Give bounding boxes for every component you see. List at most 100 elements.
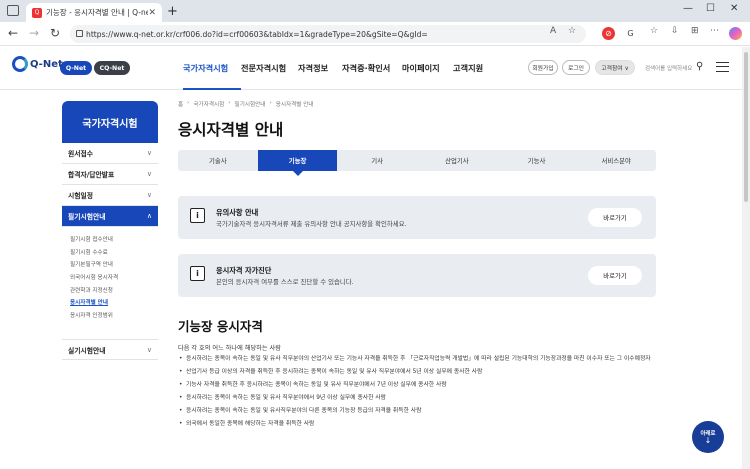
gnb-qualification-info[interactable]: 자격정보 xyxy=(298,62,328,74)
sidebar-item-label: 필기시험안내 xyxy=(68,213,106,221)
grade-tabs: 기술사 기능장 기사 산업기사 기능사 서비스분야 xyxy=(178,150,656,176)
more-options-icon[interactable]: ⋯ xyxy=(710,26,719,36)
sidebar-subitem[interactable]: 필기시험 수수료 xyxy=(70,246,158,259)
sidebar-item-label: 원서접수 xyxy=(68,150,94,158)
breadcrumb-home[interactable]: 홈 xyxy=(178,100,183,108)
sidebar-subitem[interactable]: 응시자격 인정범위 xyxy=(70,309,158,322)
browser-tab-bar: Q 기능장 - 응시자격별 안내 | Q-net ✕ + — ☐ ✕ xyxy=(0,0,750,22)
requirements-list: 응시하려는 종목이 속하는 동일 및 유사 직무분야의 산업기사 또는 기능사 … xyxy=(178,355,678,433)
requirement-item: 응시하려는 종목이 속하는 동일 및 유사직무분야의 다른 종목의 기능장 등급… xyxy=(178,407,678,416)
chevron-down-icon: ∨ xyxy=(146,149,152,157)
sidebar-item-label: 시험일정 xyxy=(68,192,94,200)
extension-icon[interactable]: ⊘ xyxy=(602,27,615,40)
sidebar-item-results[interactable]: 합격자/답안발표 ∨ xyxy=(62,164,158,185)
breadcrumb-separator: › xyxy=(187,100,190,106)
gnb-mypage[interactable]: 마이페이지 xyxy=(402,62,440,74)
login-button[interactable]: 로그인 xyxy=(562,60,590,75)
sidebar-subitem[interactable]: 관련학과 지정신청 xyxy=(70,283,158,296)
self-diagnosis-card-desc: 본인의 응시자격 여부를 스스로 진단할 수 있습니다. xyxy=(216,278,354,286)
sidebar-item-label: 합격자/답안발표 xyxy=(68,171,115,179)
new-tab-button[interactable]: + xyxy=(167,4,178,19)
sidebar-item-written-exam[interactable]: 필기시험안내 ∧ xyxy=(62,206,158,227)
download-icon[interactable]: ⇩ xyxy=(671,26,679,36)
sidebar-subitem[interactable]: 필기본필구역 안내 xyxy=(70,258,158,271)
lock-icon xyxy=(76,30,83,37)
self-diagnosis-card: i 응시자격 자가진단 본인의 응시자격 여부를 스스로 진단할 수 있습니다.… xyxy=(178,254,656,297)
qnet-logo-text: Q-Net xyxy=(30,58,63,70)
gnb-customer-support[interactable]: 고객지원 xyxy=(453,62,483,74)
arrow-down-icon: ↓ xyxy=(704,436,712,445)
collections-icon[interactable]: ⊞ xyxy=(691,26,699,36)
sidebar-subitem[interactable]: 필기시험 접수안내 xyxy=(70,233,158,246)
back-icon[interactable]: ← xyxy=(8,26,18,40)
info-icon: i xyxy=(190,266,205,281)
read-aloud-icon[interactable]: A xyxy=(550,26,556,36)
menu-icon[interactable] xyxy=(716,62,729,72)
sidebar-subitem-current[interactable]: 응시자격별 안내 xyxy=(70,296,158,309)
chevron-up-icon: ∧ xyxy=(146,212,152,220)
section-title: 기능장 응시자격 xyxy=(178,319,263,334)
notice-card-desc: 국가기술자격 응시자격서류 제출 유의사항 안내 공지사항을 확인하세요. xyxy=(216,220,407,228)
tab-industrial-engineer[interactable]: 산업기사 xyxy=(417,150,497,171)
tab-service[interactable]: 서비스분야 xyxy=(576,150,656,171)
section-intro: 다음 각 호의 어느 하나에 해당하는 사람 xyxy=(178,345,281,352)
refresh-icon[interactable]: ↻ xyxy=(50,26,60,40)
browser-tab[interactable]: Q 기능장 - 응시자격별 안내 | Q-net ✕ xyxy=(26,3,162,22)
copilot-icon[interactable] xyxy=(729,27,742,40)
scroll-down-button[interactable]: 아래로 ↓ xyxy=(692,421,724,453)
window-close-icon[interactable]: ✕ xyxy=(730,3,738,14)
tab-professional-engineer[interactable]: 기술사 xyxy=(178,150,258,171)
search-input[interactable]: 검색어를 입력하세요 xyxy=(645,64,692,72)
sidebar-subitem[interactable]: 외국어시험 응시자격 xyxy=(70,271,158,284)
breadcrumb-item[interactable]: 필기시험안내 xyxy=(235,100,266,108)
address-bar-row: ← → ↻ https://www.q-net.or.kr/crf006.do?… xyxy=(0,22,750,46)
requirement-item: 응시하려는 종목이 속하는 동일 및 유사 직무분야의 산업기사 또는 기능사 … xyxy=(178,355,678,364)
sidebar-item-application[interactable]: 원서접수 ∨ xyxy=(62,143,158,164)
gnb-active-indicator xyxy=(183,88,241,90)
qnet-service-button[interactable]: Q-Net xyxy=(60,61,92,75)
qnet-logo[interactable]: Q-Net xyxy=(12,56,63,72)
sidebar-item-schedule[interactable]: 시험일정 ∨ xyxy=(62,185,158,206)
tab-engineer[interactable]: 기사 xyxy=(337,150,417,171)
self-diagnosis-go-button[interactable]: 바로가기 xyxy=(588,266,642,285)
gnb-national-exam[interactable]: 국가자격시험 xyxy=(183,62,228,74)
tab-master-craftsman[interactable]: 기능장 xyxy=(257,150,338,176)
breadcrumb-separator: › xyxy=(269,100,272,106)
notice-card-title: 유의사항 안내 xyxy=(216,208,259,217)
scope-select[interactable]: 고객참여 ∨ xyxy=(595,60,635,75)
gnb-professional-exam[interactable]: 전문자격시험 xyxy=(241,62,286,74)
join-button[interactable]: 회원가입 xyxy=(528,60,558,75)
qnet-logo-icon xyxy=(12,56,28,72)
notice-go-button[interactable]: 바로가기 xyxy=(588,208,642,227)
requirement-item: 기능사 자격을 취득한 후 응시하려는 종목이 속하는 동일 및 유사 직무분야… xyxy=(178,381,678,390)
maximize-icon[interactable]: ☐ xyxy=(706,3,715,14)
sidebar-toggle-icon[interactable] xyxy=(7,5,19,16)
breadcrumb-separator: › xyxy=(228,100,231,106)
page-title: 응시자격별 안내 xyxy=(178,121,284,139)
notice-card: i 유의사항 안내 국가기술자격 응시자격서류 제출 유의사항 안내 공지사항을… xyxy=(178,196,656,239)
favorites-icon[interactable]: ☆ xyxy=(650,26,658,36)
forward-icon[interactable]: → xyxy=(29,26,39,40)
favorite-star-icon[interactable]: ☆ xyxy=(568,26,576,36)
scrollbar-thumb[interactable] xyxy=(744,52,748,202)
cqnet-service-button[interactable]: CQ-Net xyxy=(94,61,130,75)
chevron-down-icon: ∨ xyxy=(146,170,152,178)
favicon-icon: Q xyxy=(32,7,42,18)
url-field[interactable]: https://www.q-net.or.kr/crf006.do?id=crf… xyxy=(70,25,586,43)
close-icon[interactable]: ✕ xyxy=(148,8,156,18)
requirement-item: 응시하려는 종목이 속하는 동일 및 유사 직무분야에서 9년 이상 실무에 종… xyxy=(178,394,678,403)
gnb-certificate[interactable]: 자격증·확인서 xyxy=(342,62,390,74)
site-header: Q-Net Q-Net CQ-Net 국가자격시험 전문자격시험 자격정보 자격… xyxy=(0,46,750,90)
sidebar-submenu: 필기시험 접수안내 필기시험 수수료 필기본필구역 안내 외국어시험 응시자격 … xyxy=(62,227,158,323)
requirement-item: 외국에서 동일한 종목에 해당하는 자격을 취득한 사람 xyxy=(178,420,678,429)
extension-g-icon[interactable]: G xyxy=(624,27,637,40)
sidebar-title: 국가자격시험 xyxy=(62,101,158,143)
sidebar-item-label: 실기시험안내 xyxy=(68,346,106,355)
tab-craftsman[interactable]: 기능사 xyxy=(497,150,577,171)
chevron-down-icon: ∨ xyxy=(146,345,152,354)
sidebar-item-practical-exam[interactable]: 실기시험안내 ∨ xyxy=(62,339,158,360)
search-icon[interactable]: ⚲ xyxy=(696,61,703,72)
breadcrumb-item[interactable]: 응시자격별 안내 xyxy=(276,100,314,108)
breadcrumb-item[interactable]: 국가자격시험 xyxy=(193,100,224,108)
minimize-icon[interactable]: — xyxy=(683,3,693,14)
